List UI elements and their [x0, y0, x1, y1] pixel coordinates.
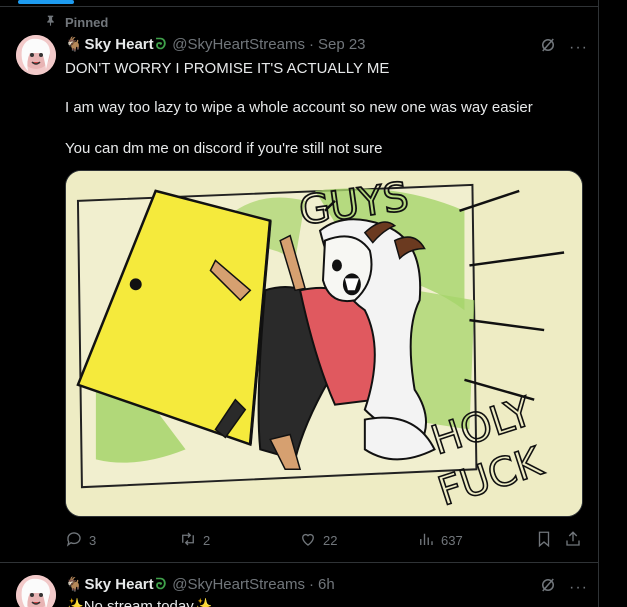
more-options-icon[interactable]: ···: [569, 39, 588, 57]
repost-icon: [179, 530, 197, 551]
tweet-line-3: You can dm me on discord if you're still…: [65, 140, 383, 157]
bookmark-button[interactable]: [535, 530, 553, 551]
sparkle-emoji-icon: ✨: [65, 598, 84, 607]
share-button[interactable]: [564, 530, 582, 551]
avatar[interactable]: [16, 575, 56, 607]
top-divider: [0, 6, 598, 7]
tweet-divider: [0, 562, 598, 563]
active-tab-indicator: [18, 0, 74, 4]
tweet-line-1: DON'T WORRY I PROMISE IT'S ACTUALLY ME: [65, 60, 390, 77]
snake-emoji-icon: ᘒ: [155, 576, 167, 593]
pinned-text: Pinned: [65, 14, 109, 30]
goat-emoji-icon: 🐐: [65, 576, 83, 592]
avatar[interactable]: [16, 35, 56, 75]
sparkle-emoji-icon: ✨: [193, 598, 213, 607]
tweet-action-bar: 3 2 22 637: [65, 530, 585, 552]
tweet-text-body: No stream today: [83, 598, 194, 607]
tweet-header: 🐐 Sky Heart ᘒ @SkyHeartStreams · 6h: [65, 576, 335, 593]
analytics-icon: [417, 530, 435, 551]
grok-icon[interactable]: [539, 576, 557, 599]
repost-button[interactable]: 2: [179, 530, 210, 551]
reply-count: 3: [89, 533, 97, 548]
user-handle[interactable]: @SkyHeartStreams: [172, 36, 305, 53]
bookmark-icon: [535, 530, 553, 551]
separator-dot: ·: [308, 36, 314, 53]
tweet-media-image[interactable]: GUYS HOLY FUCK: [65, 170, 583, 517]
display-name[interactable]: Sky Heart: [84, 576, 153, 593]
like-count: 22: [323, 533, 338, 548]
tweet-header: 🐐 Sky Heart ᘒ @SkyHeartStreams · Sep 23: [65, 36, 366, 53]
reply-button[interactable]: 3: [65, 530, 96, 551]
goat-emoji-icon: 🐐: [65, 36, 83, 52]
snake-emoji-icon: ᘒ: [155, 36, 167, 53]
more-options-icon[interactable]: ···: [569, 579, 588, 597]
heart-icon: [299, 530, 317, 551]
view-count: 637: [441, 533, 463, 548]
pinned-label: Pinned: [44, 14, 108, 30]
tweet-line-2: I am way too lazy to wipe a whole accoun…: [65, 99, 533, 116]
separator-dot: ·: [308, 576, 314, 593]
tweet-text: ✨No stream today✨: [65, 597, 212, 607]
timestamp[interactable]: Sep 23: [318, 36, 366, 53]
display-name[interactable]: Sky Heart: [84, 36, 153, 53]
pin-icon: [44, 14, 57, 30]
tweet-actions-top: ···: [539, 36, 588, 59]
grok-icon[interactable]: [539, 36, 557, 59]
like-button[interactable]: 22: [299, 530, 337, 551]
reply-icon: [65, 530, 83, 551]
tweet-actions-top: ···: [539, 576, 588, 599]
views-button[interactable]: 637: [417, 530, 463, 551]
timestamp[interactable]: 6h: [318, 576, 335, 593]
share-icon: [564, 530, 582, 551]
column-border: [598, 0, 599, 607]
repost-count: 2: [203, 533, 211, 548]
user-handle[interactable]: @SkyHeartStreams: [172, 576, 305, 593]
